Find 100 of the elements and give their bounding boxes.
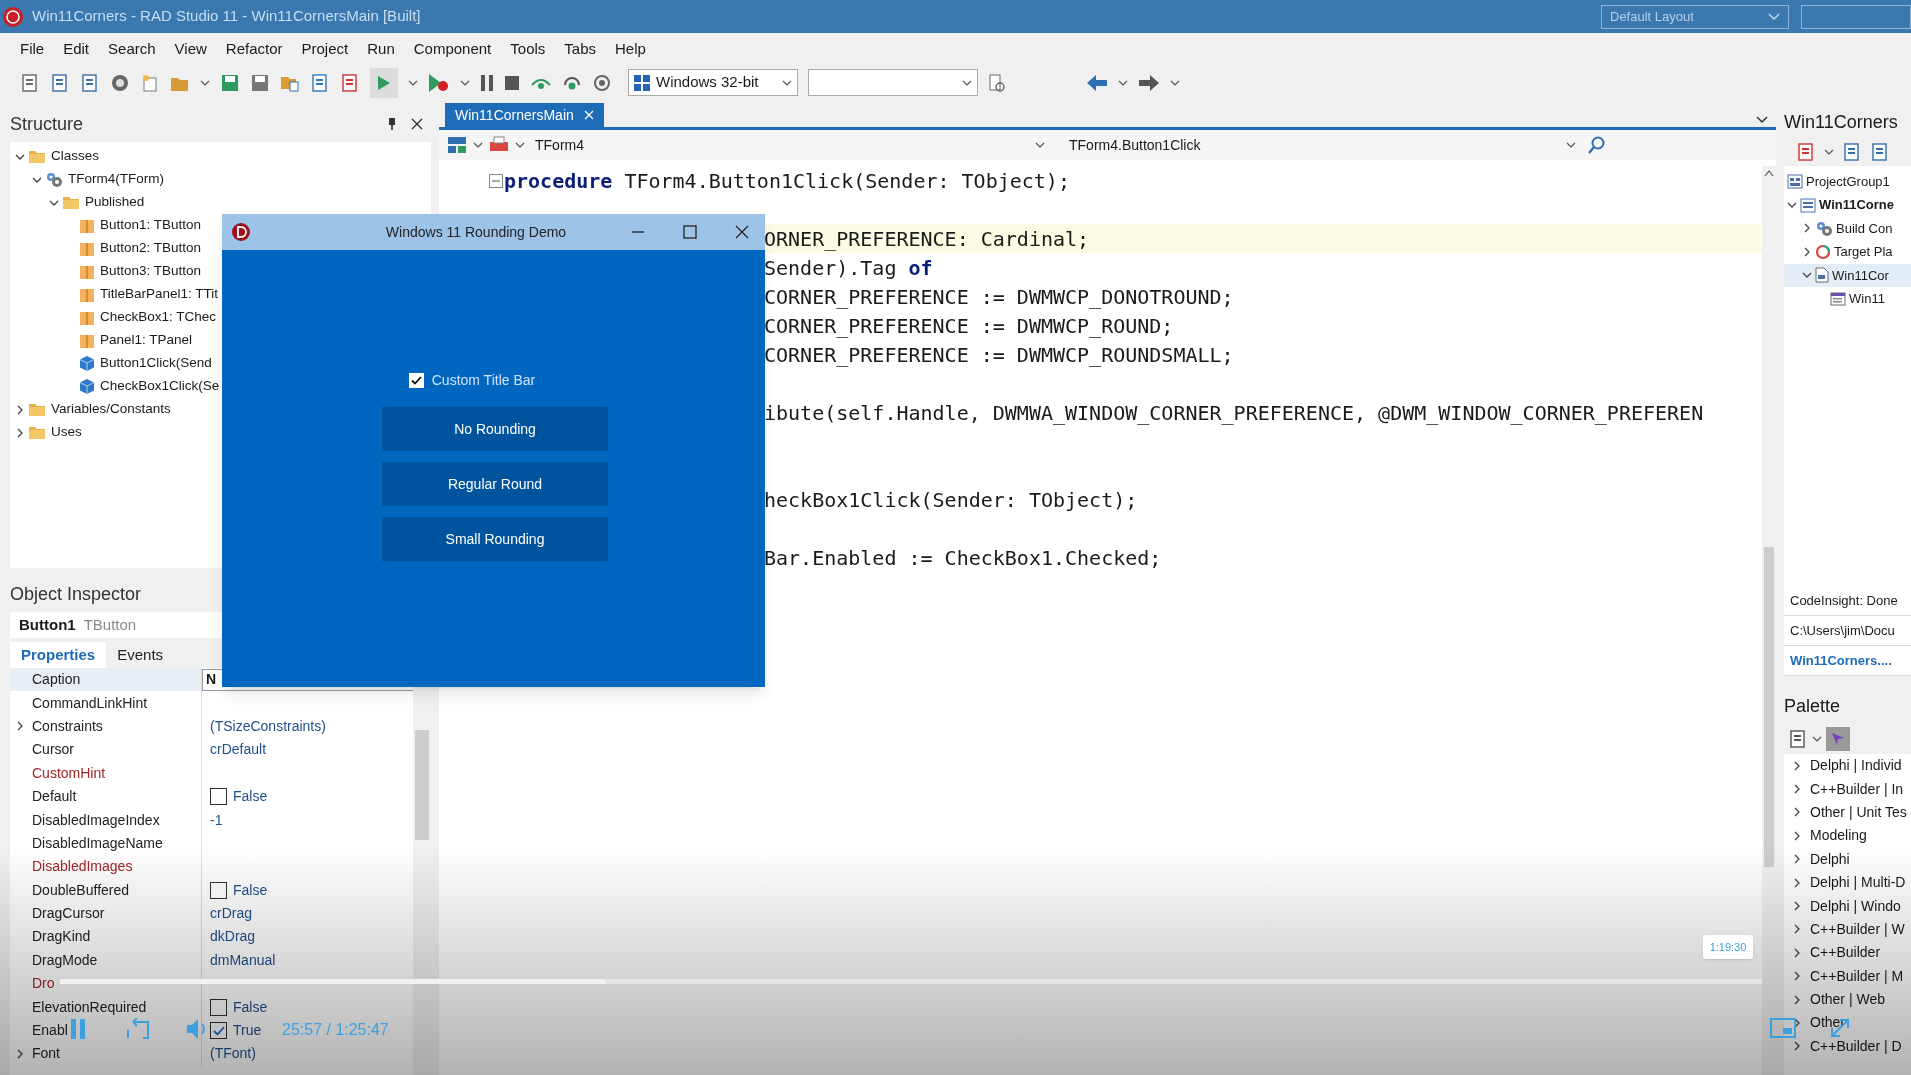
palette-category[interactable]: C++Builder | M [1810,965,1904,987]
checkbox[interactable] [210,881,227,899]
inspector-tab[interactable]: Properties [10,642,107,668]
run-to-cursor-icon[interactable] [592,73,612,92]
scroll-up-icon[interactable] [1764,170,1774,177]
menu-item[interactable]: Tools [502,37,554,61]
new-file-icon[interactable] [20,72,40,93]
caret-icon[interactable] [1824,149,1834,155]
tab-list-caret-icon[interactable] [1756,116,1768,124]
caret-icon[interactable] [1118,79,1128,86]
palette-category[interactable]: Other | Web [1810,989,1885,1011]
copy-icon[interactable] [50,72,70,93]
tree-item[interactable]: Build Con [1836,218,1893,239]
caret-icon[interactable] [473,142,483,148]
platform-dropdown[interactable]: Windows 32-bit [628,69,798,96]
collapse-chevron-icon[interactable] [1792,760,1802,771]
collapse-chevron-icon[interactable] [15,427,25,438]
tree-item[interactable]: Uses [51,422,82,443]
collapse-chevron-icon[interactable] [15,404,25,415]
method-dropdown[interactable]: TForm4.Button1Click [1057,132,1582,158]
project-options-icon[interactable] [1796,142,1816,162]
dialog-button[interactable]: No Rounding [382,407,608,451]
palette-category[interactable]: Modeling [1810,825,1867,847]
back-arrow-icon[interactable] [1086,73,1108,92]
tree-item[interactable]: Win11 [1849,288,1885,309]
caret-icon[interactable] [408,79,418,86]
menu-item[interactable]: Tabs [556,37,604,61]
add-project-icon[interactable] [1842,142,1862,162]
checkbox[interactable] [210,788,227,806]
collapse-chevron-icon[interactable] [1802,246,1812,257]
fold-toggle-icon[interactable] [489,173,503,188]
dialog-button[interactable]: Regular Round [382,462,608,506]
project-list-icon[interactable] [1870,142,1890,162]
collapse-chevron-icon[interactable] [1792,854,1802,865]
menu-item[interactable]: Search [100,37,164,61]
caret-icon[interactable] [515,142,525,148]
menu-item[interactable]: Refactor [217,37,291,61]
collapse-chevron-icon[interactable] [1792,1041,1802,1052]
save-icon[interactable] [220,72,240,93]
tree-item[interactable]: CheckBox1Click(Se [100,376,220,397]
collapse-chevron-icon[interactable] [15,721,25,732]
refresh-device-icon[interactable] [988,72,1006,93]
maximize-icon[interactable] [683,225,697,239]
menu-item[interactable]: Run [359,37,403,61]
add-file-icon[interactable] [310,72,330,93]
run-button[interactable] [370,67,398,98]
printer-icon[interactable] [489,136,509,154]
tree-item[interactable]: Target Pla [1834,242,1893,262]
tree-item[interactable]: CheckBox1: TChec [100,307,217,328]
collapse-chevron-icon[interactable] [1792,924,1802,935]
tree-item[interactable]: Button3: TButton [100,261,202,282]
collapse-chevron-icon[interactable] [1792,971,1802,982]
dialog-button[interactable]: Small Rounding [382,517,608,561]
collapse-chevron-icon[interactable] [1792,947,1802,958]
tree-item[interactable]: Published [85,192,145,213]
form-view-icon[interactable] [447,136,467,154]
scrollbar-thumb[interactable] [1764,547,1774,867]
collapse-chevron-icon[interactable] [1792,877,1802,888]
palette-category[interactable]: C++Builder | W [1810,918,1905,940]
checkbox[interactable] [210,1022,227,1040]
collapse-chevron-icon[interactable] [1802,223,1812,234]
collapse-chevron-icon[interactable] [1792,830,1802,841]
pin-icon[interactable] [387,117,397,131]
menu-item[interactable]: Component [405,37,500,61]
tree-item[interactable]: Classes [51,146,99,167]
editor-tab[interactable]: Win11CornersMain [445,103,604,127]
caret-icon[interactable] [200,79,210,86]
collapse-chevron-icon[interactable] [1792,901,1802,912]
caret-icon[interactable] [1035,142,1045,148]
tree-item[interactable]: Button2: TButton [100,238,202,259]
checkbox[interactable] [210,998,227,1016]
collapse-chevron-icon[interactable] [15,1048,25,1059]
palette-category[interactable]: C++Builder | D [1810,1035,1902,1057]
palette-category[interactable]: Delphi | Windo [1810,895,1901,917]
palette-category[interactable]: C++Builder | In [1810,778,1904,800]
palette-options-icon[interactable] [1788,729,1808,749]
search-icon[interactable] [1588,136,1606,154]
tree-item[interactable]: TForm4(TForm) [68,169,164,190]
close-icon[interactable] [735,225,749,239]
collapse-chevron-icon[interactable] [1792,994,1802,1005]
palette-category[interactable]: C++Builder [1810,942,1881,964]
menu-item[interactable]: Project [293,37,357,61]
caret-icon[interactable] [782,79,792,86]
tree-item[interactable]: Panel1: TPanel [100,330,193,351]
collapse-chevron-icon[interactable] [1792,807,1802,818]
stop-icon[interactable] [504,74,520,91]
search-field[interactable] [1801,4,1911,29]
caret-icon[interactable] [1812,736,1822,742]
document-icon[interactable] [80,72,100,93]
debug-run-icon[interactable] [428,72,450,93]
close-icon[interactable] [411,118,423,130]
class-dropdown[interactable]: TForm4 [531,132,1051,158]
caret-icon[interactable] [1170,79,1180,86]
caret-icon[interactable] [962,79,972,86]
collapse-chevron-icon[interactable] [1792,784,1802,795]
caret-icon[interactable] [460,79,470,86]
forward-arrow-icon[interactable] [1138,73,1160,92]
tree-item[interactable]: Button1Click(Send [100,353,212,374]
save-all-icon[interactable] [250,72,270,93]
inspector-tab[interactable]: Events [106,642,175,668]
